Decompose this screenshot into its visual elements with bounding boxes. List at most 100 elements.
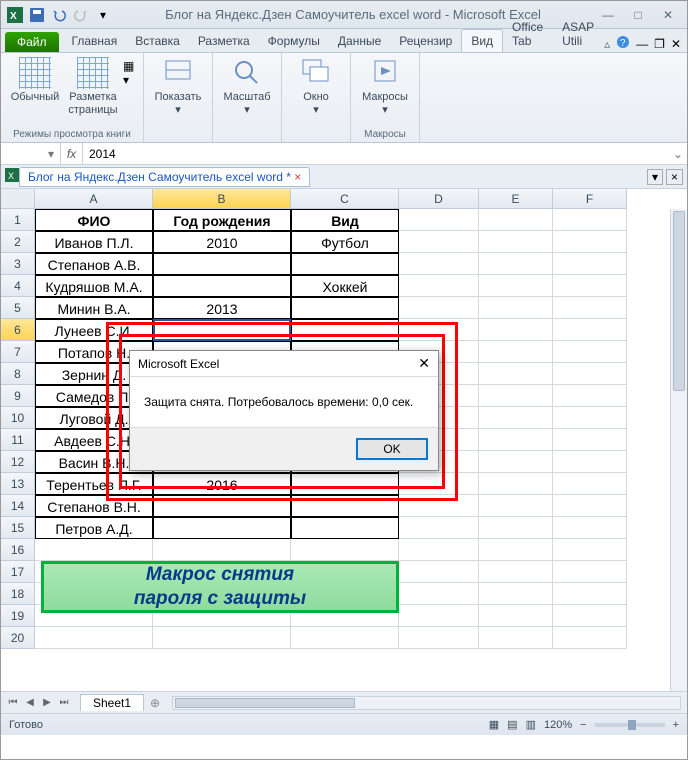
document-tab[interactable]: Блог на Яндекс.Дзен Самоучитель excel wo… [19, 167, 310, 187]
cell-C16[interactable] [291, 539, 399, 561]
cell-A5[interactable]: Минин В.А. [35, 297, 153, 319]
cell-A4[interactable]: Кудряшов М.А. [35, 275, 153, 297]
sheet-nav[interactable]: ⏮◀▶⏭ [1, 697, 76, 708]
cell-C2[interactable]: Футбол [291, 231, 399, 253]
doctab-menu-icon[interactable]: ▾ [647, 169, 663, 185]
cell-F15[interactable] [553, 517, 627, 539]
ribbon-tab-разметка[interactable]: Разметка [189, 30, 259, 52]
cell-D3[interactable] [399, 253, 479, 275]
cell-F18[interactable] [553, 583, 627, 605]
cell-A20[interactable] [35, 627, 153, 649]
workbook-minimize-icon[interactable]: — [636, 37, 648, 51]
cell-C13[interactable] [291, 473, 399, 495]
cell-E2[interactable] [479, 231, 553, 253]
formula-expand-icon[interactable]: ⌄ [669, 143, 687, 164]
row-header-12[interactable]: 12 [1, 451, 35, 473]
undo-icon[interactable] [49, 5, 69, 25]
column-header-B[interactable]: B [153, 189, 291, 209]
zoom-level[interactable]: 120% [544, 719, 572, 731]
cell-A3[interactable]: Степанов А.В. [35, 253, 153, 275]
cell-F8[interactable] [553, 363, 627, 385]
cell-E11[interactable] [479, 429, 553, 451]
column-header-D[interactable]: D [399, 189, 479, 209]
cell-B4[interactable] [153, 275, 291, 297]
row-header-5[interactable]: 5 [1, 297, 35, 319]
qat-menu-icon[interactable]: ▾ [93, 5, 113, 25]
ribbon-tab-данные[interactable]: Данные [329, 30, 390, 52]
cell-C3[interactable] [291, 253, 399, 275]
cell-C15[interactable] [291, 517, 399, 539]
cell-F9[interactable] [553, 385, 627, 407]
cell-D14[interactable] [399, 495, 479, 517]
cell-F6[interactable] [553, 319, 627, 341]
cell-F11[interactable] [553, 429, 627, 451]
cell-F17[interactable] [553, 561, 627, 583]
cell-E15[interactable] [479, 517, 553, 539]
cell-E9[interactable] [479, 385, 553, 407]
cell-D18[interactable] [399, 583, 479, 605]
save-icon[interactable] [27, 5, 47, 25]
cell-F2[interactable] [553, 231, 627, 253]
cell-D19[interactable] [399, 605, 479, 627]
cell-B16[interactable] [153, 539, 291, 561]
message-box-titlebar[interactable]: Microsoft Excel ✕ [130, 351, 438, 377]
cell-E16[interactable] [479, 539, 553, 561]
cell-B1[interactable]: Год рождения [153, 209, 291, 231]
row-header-8[interactable]: 8 [1, 363, 35, 385]
ribbon-tab-asap utili[interactable]: ASAP Utili [553, 16, 604, 52]
cell-E13[interactable] [479, 473, 553, 495]
cell-B14[interactable] [153, 495, 291, 517]
views-gallery-icon[interactable]: ▦▾ [123, 55, 137, 87]
cell-C4[interactable]: Хоккей [291, 275, 399, 297]
cell-D5[interactable] [399, 297, 479, 319]
name-box[interactable]: ▾ [1, 143, 61, 164]
row-header-20[interactable]: 20 [1, 627, 35, 649]
cell-C20[interactable] [291, 627, 399, 649]
cell-B15[interactable] [153, 517, 291, 539]
cell-D13[interactable] [399, 473, 479, 495]
zoom-out-icon[interactable]: − [580, 719, 586, 731]
cell-F16[interactable] [553, 539, 627, 561]
help-icon[interactable]: ? [616, 35, 630, 52]
cell-B6[interactable] [153, 319, 291, 341]
cell-E8[interactable] [479, 363, 553, 385]
cell-F13[interactable] [553, 473, 627, 495]
row-header-13[interactable]: 13 [1, 473, 35, 495]
cell-B3[interactable] [153, 253, 291, 275]
cell-B5[interactable]: 2013 [153, 297, 291, 319]
cell-E14[interactable] [479, 495, 553, 517]
row-header-18[interactable]: 18 [1, 583, 35, 605]
cell-F3[interactable] [553, 253, 627, 275]
workbook-close-icon[interactable]: ✕ [671, 37, 681, 51]
cell-E18[interactable] [479, 583, 553, 605]
row-header-7[interactable]: 7 [1, 341, 35, 363]
horizontal-scrollbar[interactable] [172, 696, 681, 710]
cell-F1[interactable] [553, 209, 627, 231]
row-header-11[interactable]: 11 [1, 429, 35, 451]
cell-F10[interactable] [553, 407, 627, 429]
redo-icon[interactable] [71, 5, 91, 25]
cell-F19[interactable] [553, 605, 627, 627]
page-layout-button[interactable]: Разметка страницы [65, 55, 121, 116]
ribbon-tab-office tab[interactable]: Office Tab [503, 16, 553, 52]
ribbon-minimize-icon[interactable]: ▵ [604, 37, 610, 51]
cell-B2[interactable]: 2010 [153, 231, 291, 253]
new-sheet-icon[interactable]: ⊕ [144, 696, 166, 710]
row-header-4[interactable]: 4 [1, 275, 35, 297]
cell-D17[interactable] [399, 561, 479, 583]
cell-C6[interactable] [291, 319, 399, 341]
cell-E4[interactable] [479, 275, 553, 297]
cell-A13[interactable]: Терентьев П.Г. [35, 473, 153, 495]
row-header-6[interactable]: 6 [1, 319, 35, 341]
row-header-1[interactable]: 1 [1, 209, 35, 231]
view-normal-icon[interactable]: ▦ [489, 718, 499, 731]
view-page-icon[interactable]: ▤ [507, 718, 517, 731]
select-all-corner[interactable] [1, 189, 35, 209]
row-header-17[interactable]: 17 [1, 561, 35, 583]
row-header-19[interactable]: 19 [1, 605, 35, 627]
column-header-F[interactable]: F [553, 189, 627, 209]
cell-E1[interactable] [479, 209, 553, 231]
cell-B13[interactable]: 2016 [153, 473, 291, 495]
cell-C1[interactable]: Вид [291, 209, 399, 231]
cell-A14[interactable]: Степанов В.Н. [35, 495, 153, 517]
